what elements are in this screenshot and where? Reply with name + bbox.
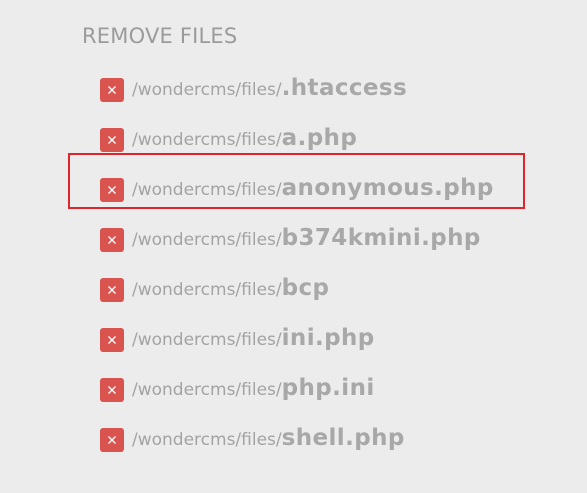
file-name: anonymous.php — [281, 175, 494, 201]
file-path: /wondercms/files/php.ini — [132, 375, 375, 403]
close-icon — [108, 386, 116, 394]
file-item: /wondercms/files/.htaccess — [100, 64, 560, 114]
file-item: /wondercms/files/shell.php — [100, 414, 560, 464]
file-item: /wondercms/files/a.php — [100, 114, 560, 164]
file-path: /wondercms/files/bcp — [132, 275, 329, 303]
file-path-prefix: /wondercms/files/ — [132, 330, 282, 350]
file-path: /wondercms/files/b374kmini.php — [132, 225, 481, 253]
close-icon — [108, 286, 116, 294]
remove-file-button[interactable] — [100, 428, 124, 452]
remove-file-button[interactable] — [100, 328, 124, 352]
remove-file-button[interactable] — [100, 78, 124, 102]
file-item: /wondercms/files/b374kmini.php — [100, 214, 560, 264]
close-icon — [108, 436, 116, 444]
file-path: /wondercms/files/shell.php — [132, 425, 405, 453]
close-icon — [108, 336, 116, 344]
file-name: .htaccess — [281, 75, 408, 101]
file-path-prefix: /wondercms/files/ — [132, 80, 282, 100]
file-name: a.php — [281, 125, 358, 151]
file-item: /wondercms/files/ini.php — [100, 314, 560, 364]
close-icon — [108, 136, 116, 144]
remove-file-button[interactable] — [100, 228, 124, 252]
remove-file-button[interactable] — [100, 278, 124, 302]
remove-file-button[interactable] — [100, 378, 124, 402]
file-path-prefix: /wondercms/files/ — [132, 130, 282, 150]
file-name: ini.php — [281, 325, 375, 351]
file-name: bcp — [281, 275, 330, 301]
remove-file-button[interactable] — [100, 128, 124, 152]
file-path: /wondercms/files/a.php — [132, 125, 357, 153]
file-path: /wondercms/files/anonymous.php — [132, 175, 494, 203]
file-name: php.ini — [281, 375, 375, 401]
section-title: REMOVE FILES — [82, 24, 238, 48]
file-path-prefix: /wondercms/files/ — [132, 430, 282, 450]
file-item: /wondercms/files/anonymous.php — [100, 164, 560, 214]
close-icon — [108, 236, 116, 244]
file-name: b374kmini.php — [281, 225, 481, 251]
close-icon — [108, 186, 116, 194]
file-path: /wondercms/files/.htaccess — [132, 75, 407, 103]
remove-files-panel: REMOVE FILES /wondercms/files/.htaccess — [0, 0, 587, 493]
file-path-prefix: /wondercms/files/ — [132, 230, 282, 250]
file-list: /wondercms/files/.htaccess /wondercms/fi… — [100, 64, 560, 464]
file-path-prefix: /wondercms/files/ — [132, 180, 282, 200]
close-icon — [108, 86, 116, 94]
file-path-prefix: /wondercms/files/ — [132, 380, 282, 400]
remove-file-button[interactable] — [100, 178, 124, 202]
file-name: shell.php — [281, 425, 405, 451]
file-path: /wondercms/files/ini.php — [132, 325, 375, 353]
file-item: /wondercms/files/bcp — [100, 264, 560, 314]
file-path-prefix: /wondercms/files/ — [132, 280, 282, 300]
file-item: /wondercms/files/php.ini — [100, 364, 560, 414]
